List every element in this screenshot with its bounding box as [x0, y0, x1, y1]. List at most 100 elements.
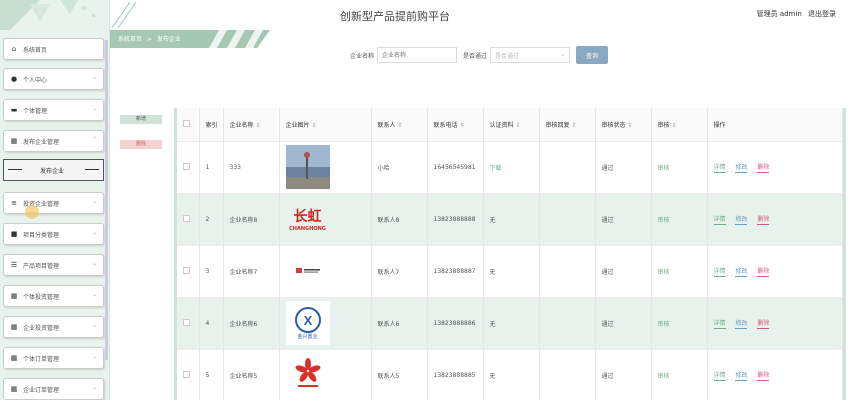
table-row: 3 企业名称7 联系人7 13823888887 无 通过 审核 详情 修改 删… [177, 244, 843, 297]
header-image[interactable]: 企业图片 ⇕ [279, 108, 372, 141]
cell-name: 333 [223, 140, 280, 193]
cell-name: 企业名称6 [223, 296, 280, 349]
delete-button[interactable]: 删除 [757, 370, 770, 381]
detail-button[interactable]: 详情 [713, 214, 726, 225]
top-header: 创新型产品提前购平台 管理员 admin 退出登录 [110, 0, 858, 30]
checkbox[interactable] [183, 318, 190, 326]
breadcrumb-home[interactable]: 系统首页 [118, 36, 142, 43]
sidebar-item-label: 个体投资管理 [23, 293, 60, 301]
header-status[interactable]: 审核状态 ⇕ [595, 108, 652, 141]
sort-icon[interactable]: ⇕ [460, 122, 465, 129]
checkbox[interactable] [183, 162, 190, 170]
sidebar-item-profile[interactable]: ● 个人中心 ⌄ [3, 68, 104, 90]
cell-review: 审核 [651, 140, 708, 193]
sort-icon[interactable]: ⇕ [572, 122, 577, 129]
sort-icon[interactable]: ⇕ [312, 122, 317, 129]
submenu-label: 发布企业 [40, 167, 65, 175]
cell-name: 企业名称8 [223, 192, 280, 245]
batch-delete-button[interactable]: 删除 [120, 140, 162, 149]
delete-button[interactable]: 删除 [757, 162, 770, 173]
chevron-down-icon: ⌄ [91, 198, 97, 205]
sort-icon[interactable]: ⇕ [256, 122, 261, 129]
add-button[interactable]: 新增 [120, 115, 162, 124]
cell-name: 企业名称5 [223, 348, 280, 400]
edit-button[interactable]: 修改 [735, 370, 748, 381]
chevron-down-icon: ⌄ [91, 105, 97, 112]
arrow-left-icon [8, 169, 22, 170]
edit-button[interactable]: 修改 [735, 266, 748, 277]
delete-button[interactable]: 删除 [757, 266, 770, 277]
header-select-all[interactable] [177, 108, 200, 141]
sidebar-item-individual-invest[interactable]: ▦ 个体投资管理 ⌄ [3, 285, 104, 307]
review-link[interactable]: 审核 [658, 165, 670, 172]
sidebar-item-publish-company[interactable]: ▦ 发布企业管理 ⌃ [3, 130, 104, 152]
header-review[interactable]: 审核 ⇕ [651, 108, 708, 141]
cell-index: 5 [199, 348, 224, 400]
search-button[interactable]: 查询 [576, 46, 609, 64]
search-form: 企业名称 是否通过 是否通过 ⌄ 查询 [350, 46, 609, 64]
row-select[interactable] [177, 140, 200, 193]
pass-status-placeholder: 是否通过 [495, 52, 520, 60]
detail-button[interactable]: 详情 [713, 266, 726, 277]
checkbox[interactable] [183, 119, 190, 127]
sidebar-item-invest-company[interactable]: ≡ 投资企业管理 ⌄ [3, 192, 104, 214]
document-icon: ≡ [11, 199, 17, 207]
submenu-item-publish-company[interactable]: 发布企业 [3, 159, 104, 181]
sidebar-item-company-invest[interactable]: ▦ 企业投资管理 ⌄ [3, 316, 104, 338]
logout-link[interactable]: 退出登录 [808, 10, 836, 18]
sort-icon[interactable]: ⇕ [628, 122, 633, 129]
sidebar-item-individual[interactable]: ▬ 个体管理 ⌄ [3, 99, 104, 121]
cell-phone: 13823888886 [427, 296, 484, 349]
header-operation: 操作 [707, 108, 843, 141]
checkbox[interactable] [183, 214, 190, 222]
header-cert[interactable]: 认证资料 ⇕ [483, 108, 540, 141]
review-link[interactable]: 审核 [658, 321, 670, 328]
checkbox[interactable] [183, 266, 190, 274]
row-select[interactable] [177, 348, 200, 400]
edit-button[interactable]: 修改 [735, 162, 748, 173]
row-select[interactable] [177, 192, 200, 245]
grid-icon: ▦ [10, 323, 18, 331]
download-link[interactable]: 下载 [490, 165, 502, 172]
header-index: 索引 [199, 108, 224, 141]
header-contact[interactable]: 联系人 ⇕ [371, 108, 428, 141]
grid-icon: ▦ [10, 137, 18, 145]
sidebar-scrollbar[interactable] [105, 40, 108, 360]
detail-button[interactable]: 详情 [713, 370, 726, 381]
sidebar-item-home[interactable]: ⌂ 系统首页 [3, 38, 104, 60]
cell-contact: 联系人7 [371, 244, 428, 297]
review-link[interactable]: 审核 [658, 217, 670, 224]
row-select[interactable] [177, 244, 200, 297]
header-reply[interactable]: 审核回复 ⇕ [539, 108, 596, 141]
review-link[interactable]: 审核 [658, 373, 670, 380]
header-name[interactable]: 企业名称 ⇕ [223, 108, 280, 141]
sort-icon[interactable]: ⇕ [398, 122, 403, 129]
list-icon: ☰ [10, 261, 18, 269]
sidebar-item-company-order[interactable]: ▦ 企业订单管理 ⌄ [3, 378, 104, 400]
sidebar-item-label: 企业订单管理 [23, 386, 60, 394]
company-name-input[interactable] [377, 47, 458, 63]
review-link[interactable]: 审核 [658, 269, 670, 276]
pass-status-select[interactable]: 是否通过 ⌄ [490, 47, 571, 63]
sort-icon[interactable]: ⇕ [672, 122, 677, 129]
delete-button[interactable]: 删除 [757, 318, 770, 329]
cell-status: 通过 [595, 244, 652, 297]
edit-button[interactable]: 修改 [735, 318, 748, 329]
sidebar-item-product[interactable]: ☰ 产品项目管理 ⌄ [3, 254, 104, 276]
detail-button[interactable]: 详情 [713, 318, 726, 329]
detail-button[interactable]: 详情 [713, 162, 726, 173]
cell-phone: 13823888885 [427, 348, 484, 400]
header-phone[interactable]: 联系电话 ⇕ [427, 108, 484, 141]
company-name-label: 企业名称 [350, 52, 375, 60]
sidebar-item-label: 个人中心 [23, 76, 48, 84]
delete-button[interactable]: 删除 [757, 214, 770, 225]
checkbox[interactable] [183, 370, 190, 378]
sidebar-item-individual-order[interactable]: ▦ 个体订单管理 ⌄ [3, 347, 104, 369]
sidebar-item-label: 企业投资管理 [23, 324, 60, 332]
sidebar-item-category[interactable]: ■ 项目分类管理 ⌄ [3, 223, 104, 245]
sort-icon[interactable]: ⇕ [516, 122, 521, 129]
edit-button[interactable]: 修改 [735, 214, 748, 225]
cell-reply [539, 140, 596, 193]
monitor-icon: ▬ [10, 106, 18, 114]
row-select[interactable] [177, 296, 200, 349]
